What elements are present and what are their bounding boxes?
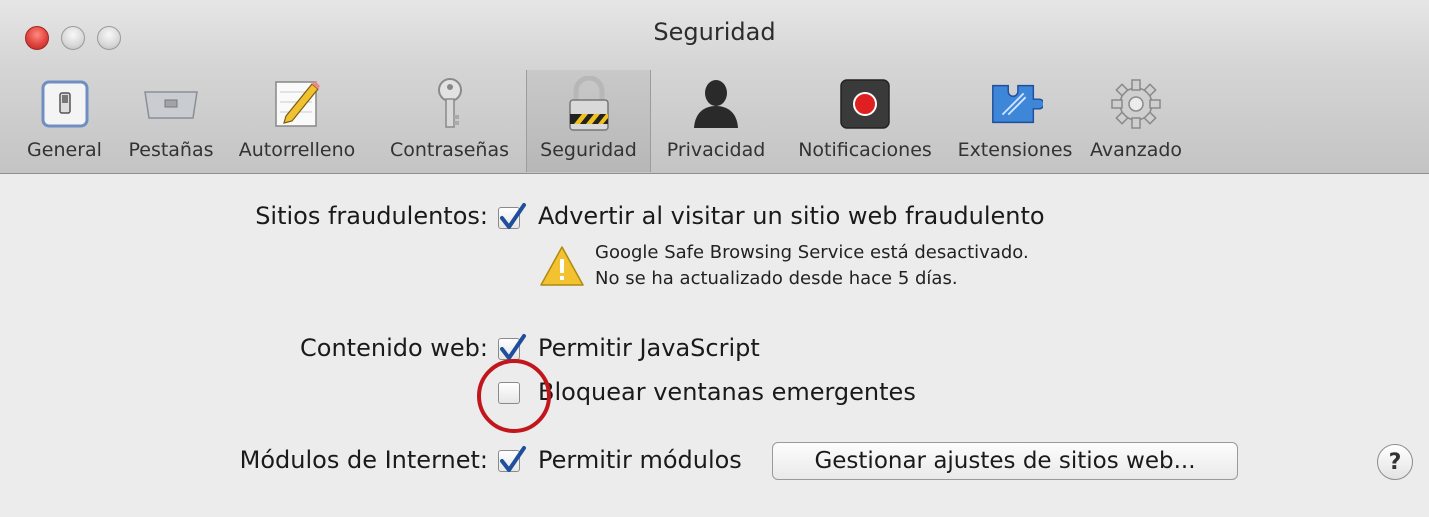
tab-avanzado-label: Avanzado (1089, 139, 1183, 161)
internet-plugins-label: Módulos de Internet: (239, 446, 488, 474)
key-icon (422, 76, 478, 132)
warning-icon (539, 245, 585, 291)
tab-autorrelleno[interactable]: Autorrelleno (221, 70, 373, 172)
tabs-icon (143, 76, 199, 132)
fraud-sites-label: Sitios fraudulentos: (255, 202, 488, 230)
checkmark-icon (500, 203, 526, 229)
tab-notificaciones-label: Notificaciones (798, 139, 932, 161)
tab-pestanas-label: Pestañas (128, 139, 214, 161)
titlebar-toolbar: Seguridad General Pestañas Autorrelleno … (0, 0, 1429, 174)
tab-pestanas[interactable]: Pestañas (121, 70, 221, 172)
javascript-option[interactable]: Permitir JavaScript (538, 334, 760, 362)
help-button[interactable]: ? (1377, 444, 1413, 480)
extensions-puzzle-icon (987, 76, 1043, 132)
safe-browsing-update-status: No se ha actualizado desde hace 5 días. (595, 268, 958, 289)
block-popups-option[interactable]: Bloquear ventanas emergentes (538, 378, 916, 406)
javascript-checkbox[interactable] (498, 334, 526, 360)
fraud-warning-checkbox[interactable] (498, 203, 526, 229)
gear-icon (1108, 76, 1164, 132)
window-title: Seguridad (653, 18, 776, 46)
tab-extensiones-label: Extensiones (957, 139, 1073, 161)
preferences-toolbar: General Pestañas Autorrelleno Contraseña… (8, 70, 1191, 172)
padlock-icon (561, 76, 617, 132)
safari-preferences-window: Seguridad General Pestañas Autorrelleno … (0, 0, 1429, 517)
tab-privacidad[interactable]: Privacidad (651, 70, 781, 172)
tab-general[interactable]: General (8, 70, 121, 172)
tab-seguridad[interactable]: Seguridad (526, 70, 651, 172)
tab-contrasenas[interactable]: Contraseñas (373, 70, 526, 172)
tab-privacidad-label: Privacidad (666, 139, 766, 161)
fraud-warning-option[interactable]: Advertir al visitar un sitio web fraudul… (538, 202, 1045, 230)
tab-seguridad-label: Seguridad (540, 139, 637, 161)
checkmark-icon (500, 446, 526, 472)
web-content-label: Contenido web: (300, 334, 488, 362)
highlight-annotation-circle (477, 359, 551, 433)
allow-plugins-option[interactable]: Permitir módulos (538, 446, 742, 474)
general-switch-icon (37, 76, 93, 132)
allow-plugins-checkbox[interactable] (498, 446, 526, 472)
notification-record-icon (837, 76, 893, 132)
tab-contrasenas-label: Contraseñas (389, 139, 509, 161)
tab-general-label: General (27, 139, 102, 161)
tab-extensiones[interactable]: Extensiones (949, 70, 1081, 172)
tab-avanzado[interactable]: Avanzado (1081, 70, 1191, 172)
safe-browsing-status: Google Safe Browsing Service está desact… (595, 242, 1029, 263)
person-silhouette-icon (688, 76, 744, 132)
autofill-pencil-icon (269, 76, 325, 132)
tab-autorrelleno-label: Autorrelleno (238, 139, 356, 161)
tab-notificaciones[interactable]: Notificaciones (781, 70, 949, 172)
manage-website-settings-button[interactable]: Gestionar ajustes de sitios web... (772, 442, 1238, 480)
